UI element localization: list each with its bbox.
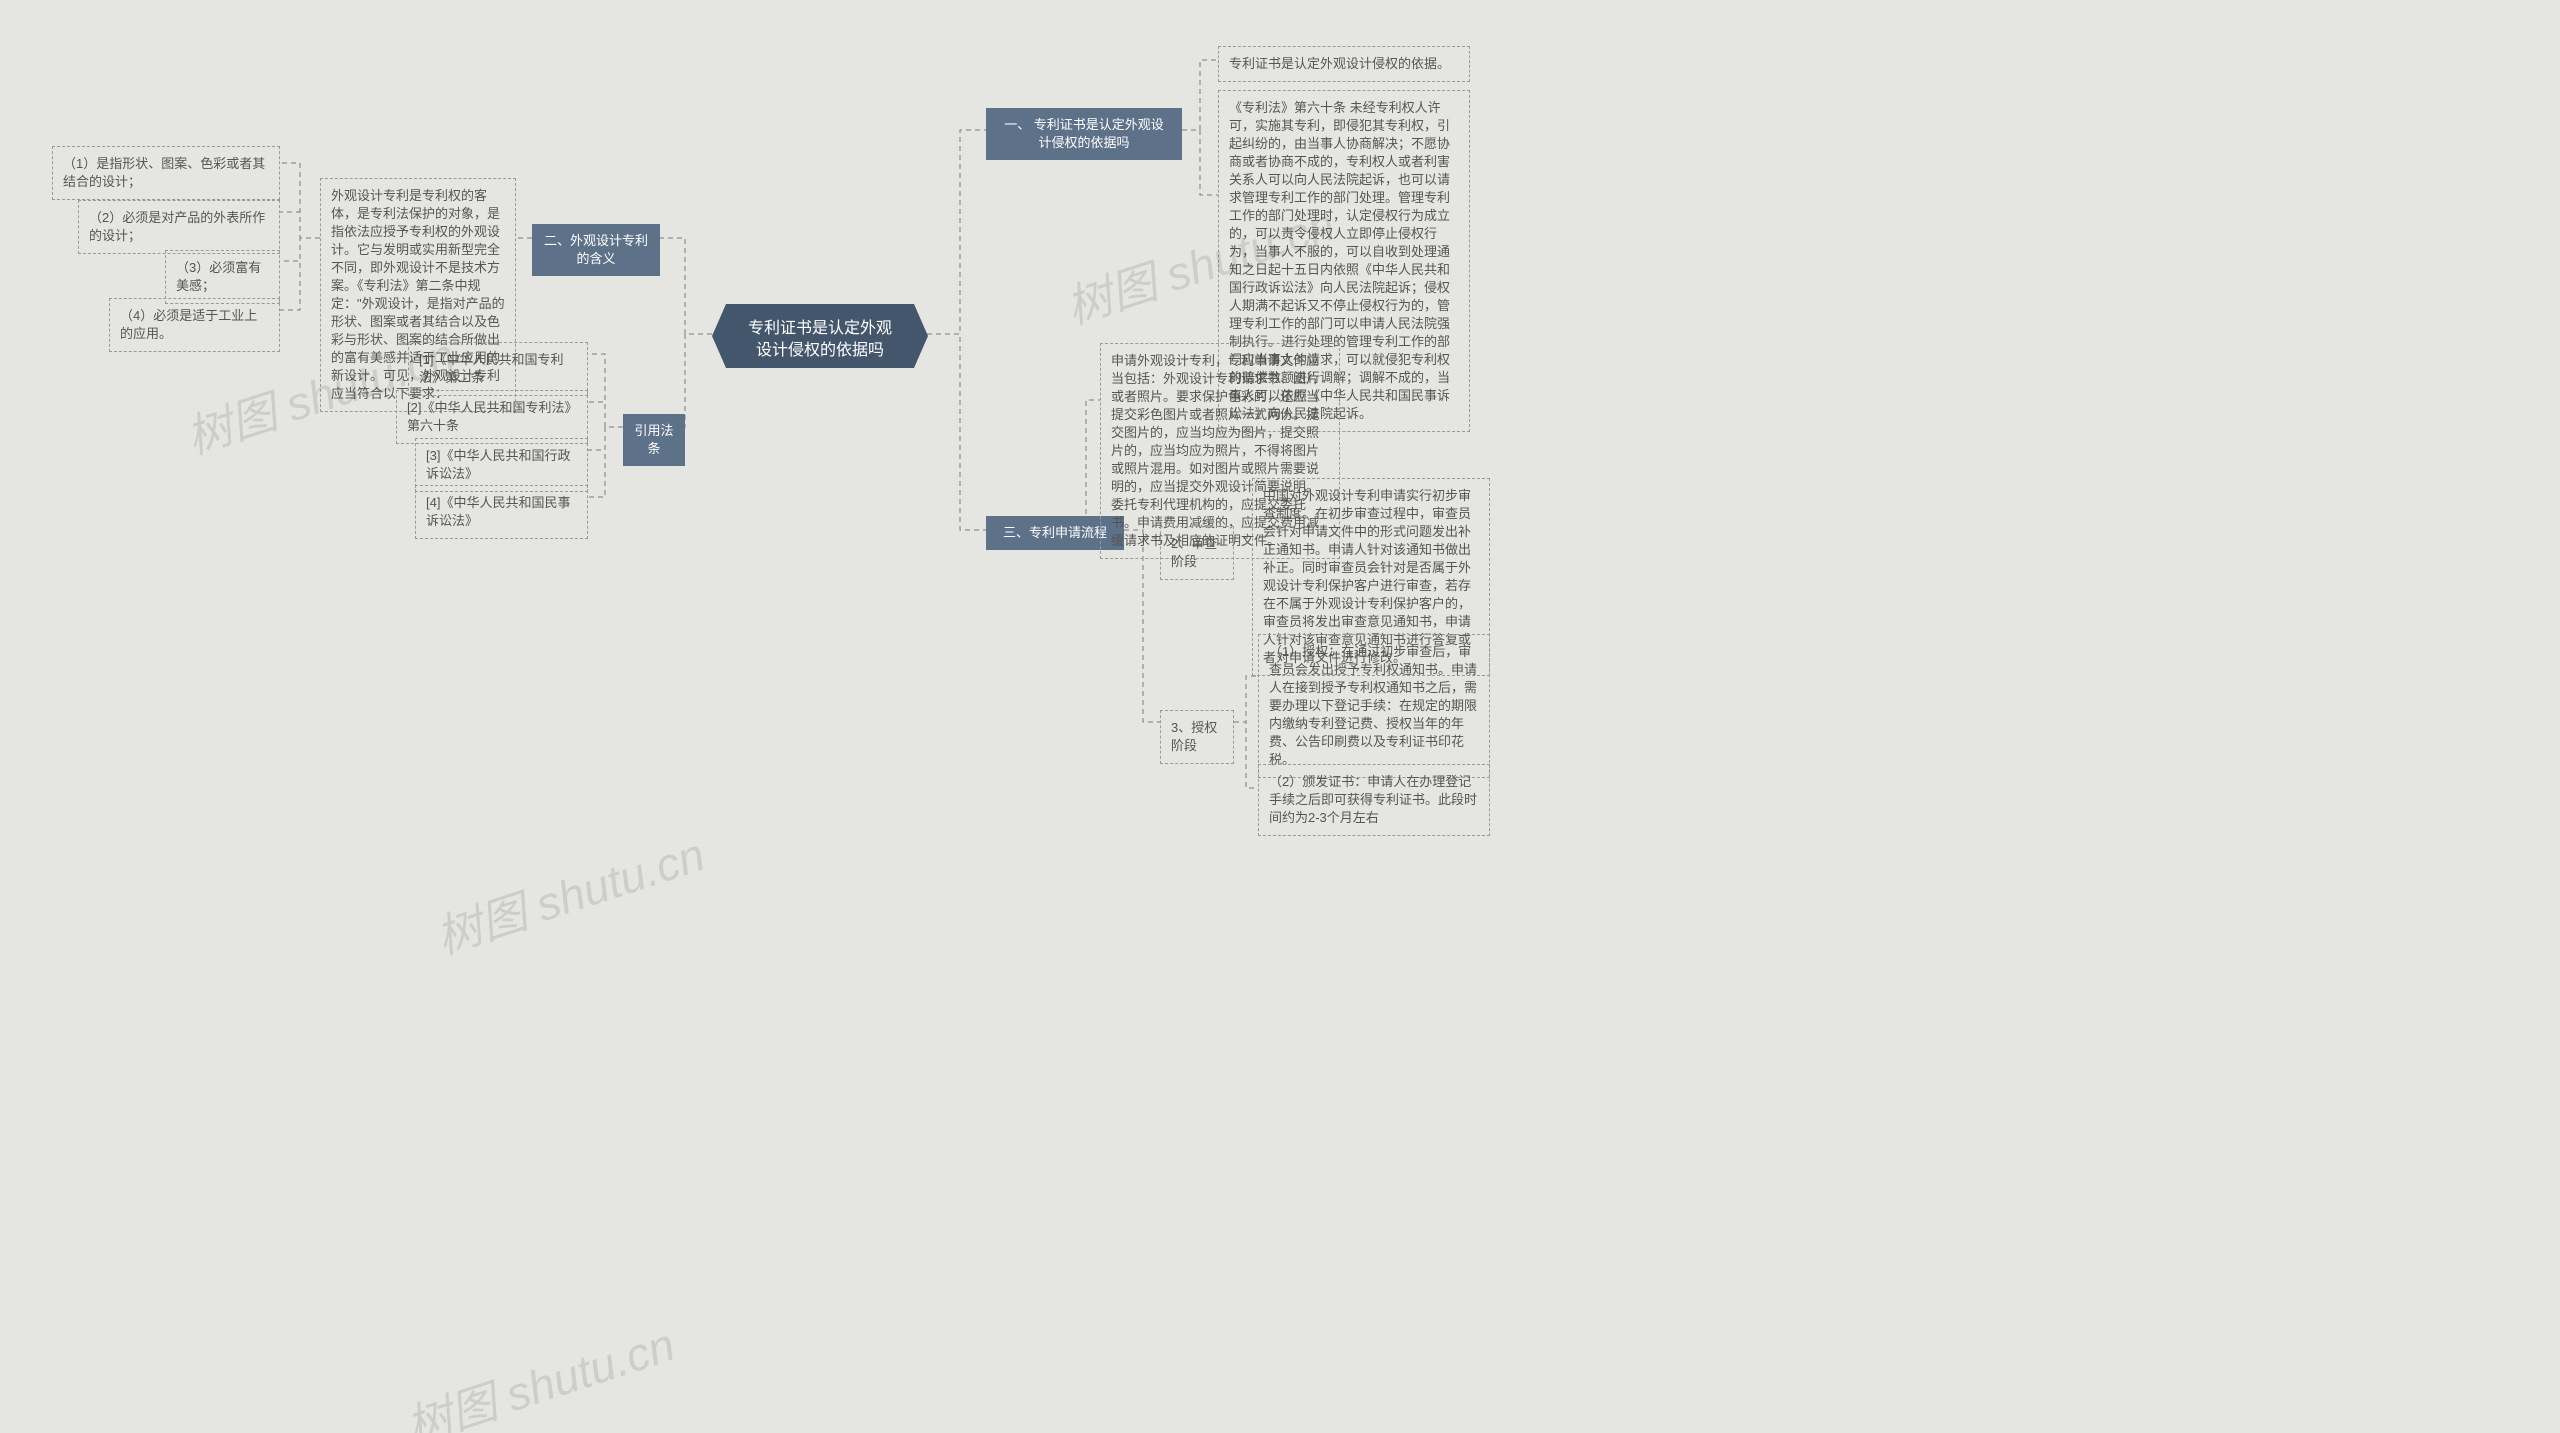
branch-3-stage-2-item-1[interactable]: （2）颁发证书：申请人在办理登记手续之后即可获得专利证书。此段时间约为2-3个月… bbox=[1258, 764, 1490, 836]
branch-1-leaf-0[interactable]: 专利证书是认定外观设计侵权的依据。 bbox=[1218, 46, 1470, 82]
leaf-text: [3]《中华人民共和国行政诉讼法》 bbox=[426, 448, 570, 481]
leaf-text: 专利证书是认定外观设计侵权的依据。 bbox=[1229, 56, 1450, 71]
leaf-text: （2）颁发证书：申请人在办理登记手续之后即可获得专利证书。此段时间约为2-3个月… bbox=[1269, 774, 1477, 825]
leaf-text: 3、授权阶段 bbox=[1171, 720, 1217, 753]
leaf-text: [2]《中华人民共和国专利法》第六十条 bbox=[407, 400, 571, 433]
leaf-text: 2、审查阶段 bbox=[1171, 536, 1217, 569]
root-node[interactable]: 专利证书是认定外观设计侵权的依据吗 bbox=[726, 304, 914, 368]
branch-2-leaf-3[interactable]: （4）必须是适于工业上的应用。 bbox=[109, 298, 280, 352]
branch-1[interactable]: 一、 专利证书是认定外观设计侵权的依据吗 bbox=[986, 108, 1182, 160]
branch-4-label: 引用法条 bbox=[634, 423, 673, 456]
branch-4-leaf-0[interactable]: [1]《中华人民共和国专利法》第二条 bbox=[408, 342, 588, 396]
mindmap-canvas: 专利证书是认定外观设计侵权的依据吗 一、 专利证书是认定外观设计侵权的依据吗 专… bbox=[0, 0, 2560, 1433]
branch-3-label: 三、专利申请流程 bbox=[1003, 525, 1107, 540]
branch-3-stage-2-label[interactable]: 3、授权阶段 bbox=[1160, 710, 1234, 764]
leaf-text: （2）必须是对产品的外表所作的设计； bbox=[89, 210, 265, 243]
leaf-text: [4]《中华人民共和国民事诉讼法》 bbox=[426, 495, 570, 528]
watermark: 树图 shutu.cn bbox=[397, 1309, 682, 1433]
watermark: 树图 shutu.cn bbox=[427, 819, 712, 968]
leaf-text: [1]《中华人民共和国专利法》第二条 bbox=[419, 352, 563, 385]
branch-4-leaf-2[interactable]: [3]《中华人民共和国行政诉讼法》 bbox=[415, 438, 588, 492]
branch-3-stage-1-label[interactable]: 2、审查阶段 bbox=[1160, 526, 1234, 580]
leaf-text: （1）是指形状、图案、色彩或者其结合的设计； bbox=[63, 156, 265, 189]
branch-2[interactable]: 二、外观设计专利的含义 bbox=[532, 224, 660, 276]
leaf-text: （4）必须是适于工业上的应用。 bbox=[120, 308, 257, 341]
branch-2-leaf-1[interactable]: （2）必须是对产品的外表所作的设计； bbox=[78, 200, 280, 254]
branch-2-leaf-0[interactable]: （1）是指形状、图案、色彩或者其结合的设计； bbox=[52, 146, 280, 200]
branch-2-label: 二、外观设计专利的含义 bbox=[544, 233, 648, 266]
leaf-text: （1）授权：在通过初步审查后，审查员会发出授予专利权通知书。申请人在接到授予专利… bbox=[1269, 644, 1477, 767]
branch-4-leaf-1[interactable]: [2]《中华人民共和国专利法》第六十条 bbox=[396, 390, 588, 444]
branch-3-stage-2-item-0[interactable]: （1）授权：在通过初步审查后，审查员会发出授予专利权通知书。申请人在接到授予专利… bbox=[1258, 634, 1490, 778]
branch-2-leaf-2[interactable]: （3）必须富有美感； bbox=[165, 250, 280, 304]
branch-4-leaf-3[interactable]: [4]《中华人民共和国民事诉讼法》 bbox=[415, 485, 588, 539]
leaf-text: （3）必须富有美感； bbox=[176, 260, 261, 293]
branch-1-label: 一、 专利证书是认定外观设计侵权的依据吗 bbox=[1004, 117, 1164, 150]
root-label: 专利证书是认定外观设计侵权的依据吗 bbox=[748, 320, 892, 359]
branch-4[interactable]: 引用法条 bbox=[623, 414, 685, 466]
